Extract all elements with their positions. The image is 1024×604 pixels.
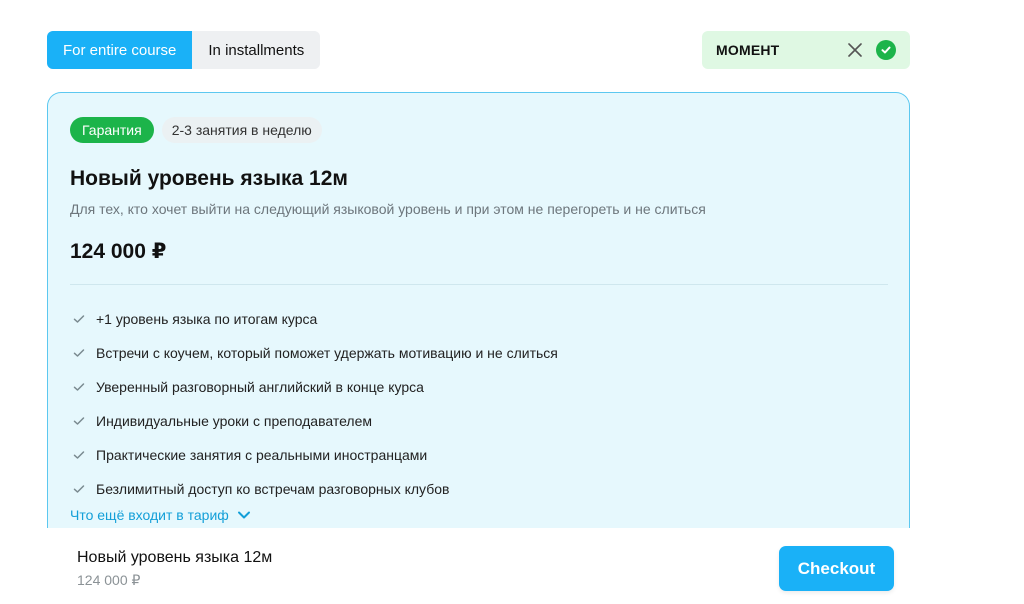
checkout-page: For entire course In installments МОМЕНТ… xyxy=(0,0,1024,604)
feature-text: Безлимитный доступ ко встречам разговорн… xyxy=(96,481,450,497)
payment-type-toggle: For entire course In installments xyxy=(47,31,321,69)
checkmark-icon xyxy=(72,448,86,462)
feature-text: Уверенный разговорный английский в конце… xyxy=(96,379,424,395)
feature-text: Индивидуальные уроки с преподавателем xyxy=(96,413,372,429)
list-item: Индивидуальные уроки с преподавателем xyxy=(72,404,558,438)
checkmark-icon xyxy=(72,346,86,360)
list-item: Безлимитный доступ ко встречам разговорн… xyxy=(72,472,558,506)
promo-code-value[interactable]: МОМЕНТ xyxy=(716,42,844,58)
list-item: Практические занятия с реальными иностра… xyxy=(72,438,558,472)
list-item: +1 уровень языка по итогам курса xyxy=(72,302,558,336)
tariff-price: 124 000 ₽ xyxy=(70,240,167,263)
guarantee-badge: Гарантия xyxy=(70,117,154,143)
list-item: Уверенный разговорный английский в конце… xyxy=(72,370,558,404)
checkout-bar: Новый уровень языка 12м 124 000 ₽ Checko… xyxy=(0,528,1024,604)
checkmark-icon xyxy=(72,380,86,394)
feature-text: Практические занятия с реальными иностра… xyxy=(96,447,428,463)
checkmark-icon xyxy=(72,312,86,326)
tariff-subtitle: Для тех, кто хочет выйти на следующий яз… xyxy=(70,201,706,217)
feature-text: Встречи с коучем, который поможет удержа… xyxy=(96,345,558,361)
tariff-badges: Гарантия 2-3 занятия в неделю xyxy=(70,117,322,143)
promo-code-field[interactable]: МОМЕНТ xyxy=(702,31,910,69)
more-included-label: Что ещё входит в тариф xyxy=(70,507,229,523)
feature-list: +1 уровень языка по итогам курса Встречи… xyxy=(72,302,558,506)
tariff-card[interactable]: Гарантия 2-3 занятия в неделю Новый уров… xyxy=(47,92,910,562)
checkmark-icon xyxy=(72,482,86,496)
close-icon[interactable] xyxy=(844,39,866,61)
tab-entire-course[interactable]: For entire course xyxy=(47,31,193,69)
list-item: Встречи с коучем, который поможет удержа… xyxy=(72,336,558,370)
checkout-button[interactable]: Checkout xyxy=(779,546,894,591)
tariff-title: Новый уровень языка 12м xyxy=(70,167,348,190)
tab-installments[interactable]: In installments xyxy=(192,31,321,69)
summary-price: 124 000 ₽ xyxy=(77,572,141,588)
divider xyxy=(70,284,888,285)
chevron-down-icon xyxy=(237,511,250,519)
checkmark-icon xyxy=(72,414,86,428)
feature-text: +1 уровень языка по итогам курса xyxy=(96,311,318,327)
summary-title: Новый уровень языка 12м xyxy=(77,549,273,566)
check-circle-icon xyxy=(876,40,896,60)
more-included-link[interactable]: Что ещё входит в тариф xyxy=(70,507,251,523)
frequency-badge: 2-3 занятия в неделю xyxy=(161,117,322,143)
